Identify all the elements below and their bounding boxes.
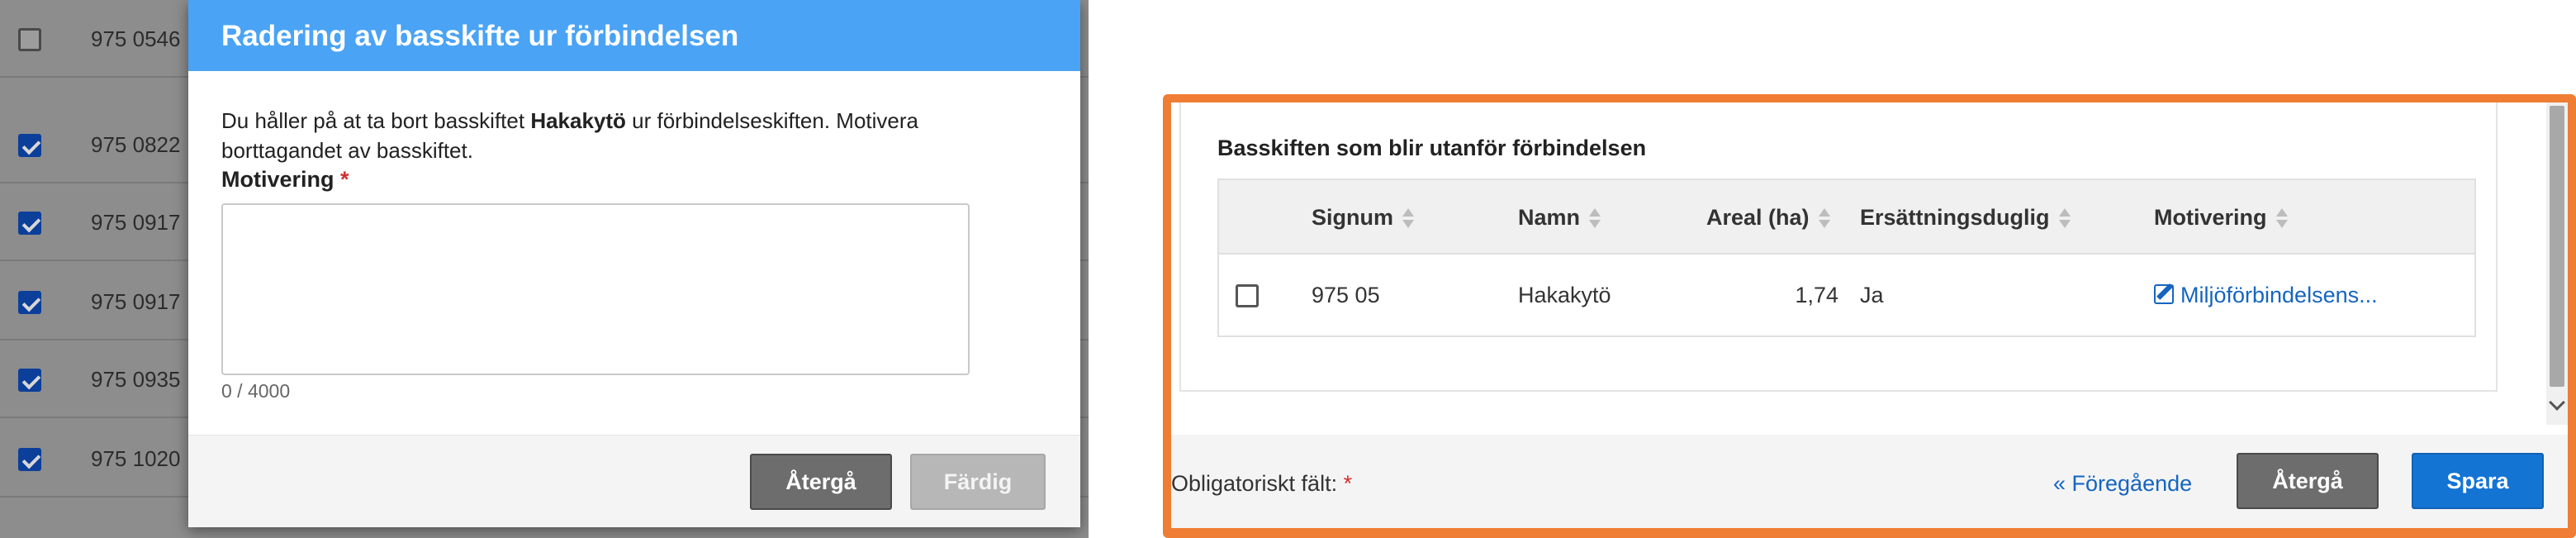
required-field-note: Obligatoriskt fält: *: [1171, 471, 1353, 496]
cell-eligible: Ja: [1860, 283, 1884, 307]
row-checkbox[interactable]: [18, 28, 41, 51]
character-counter: 0 / 4000: [221, 380, 291, 402]
column-header-signum[interactable]: Signum: [1312, 205, 1415, 231]
column-header-area[interactable]: Areal (ha): [1706, 205, 1831, 231]
remove-parcel-dialog: Radering av basskifte ur förbindelsen Du…: [188, 0, 1080, 527]
row-signum: 975 0917: [91, 289, 181, 314]
row-signum: 975 0546: [91, 26, 181, 51]
row-signum: 975 0935: [91, 367, 181, 392]
dialog-done-button[interactable]: Färdig: [910, 454, 1046, 510]
row-signum: 975 0917: [91, 210, 181, 235]
table-row: 975 05 Hakakytö 1,74 Ja Miljöförbindelse…: [1219, 256, 2474, 336]
scroll-thumb[interactable]: [2550, 106, 2564, 387]
chevron-down-icon[interactable]: [2549, 394, 2565, 411]
table-header: Signum Namn Areal (ha) Ersättningsduglig…: [1219, 180, 2474, 255]
motivation-label: Motivering *: [221, 167, 349, 192]
excluded-parcels-panel: Basskiften som blir utanför förbindelsen…: [1163, 94, 2576, 538]
row-checkbox[interactable]: [1236, 284, 1259, 307]
row-checkbox[interactable]: [18, 212, 41, 235]
cell-area: 1,74: [1795, 283, 1838, 307]
row-signum: 975 1020: [91, 446, 181, 471]
message-text: borttagandet av basskiftet.: [221, 138, 473, 163]
column-header-name[interactable]: Namn: [1518, 205, 1601, 231]
sort-icon[interactable]: [1818, 207, 1831, 231]
excluded-parcels-card: Basskiften som blir utanför förbindelsen…: [1179, 102, 2498, 392]
dialog-title: Radering av basskifte ur förbindelsen: [221, 20, 739, 52]
row-checkbox[interactable]: [18, 369, 41, 392]
motivation-link[interactable]: Miljöförbindelsens...: [2154, 283, 2378, 308]
motivation-textarea[interactable]: [221, 203, 970, 375]
background-list-panel: 975 0546 975 0822 975 0917 975 0917 975 …: [0, 0, 1089, 538]
message-text: Du håller på at ta bort basskiftet: [221, 108, 531, 133]
parcel-name: Hakakytö: [530, 108, 626, 133]
sort-icon[interactable]: [2058, 207, 2071, 231]
dialog-message: Du håller på at ta bort basskiftet Hakak…: [221, 106, 1047, 165]
cell-signum: 975 05: [1312, 283, 1380, 307]
message-text: ur förbindelseskiften. Motivera: [625, 108, 918, 133]
edit-icon: [2154, 284, 2174, 304]
sort-icon[interactable]: [1402, 207, 1415, 231]
section-title: Basskiften som blir utanför förbindelsen: [1217, 136, 1647, 160]
excluded-parcels-table: Signum Namn Areal (ha) Ersättningsduglig…: [1217, 179, 2476, 337]
row-checkbox[interactable]: [18, 291, 41, 314]
column-header-motivation[interactable]: Motivering: [2154, 205, 2289, 231]
required-asterisk: *: [340, 167, 349, 192]
sort-icon[interactable]: [2275, 207, 2289, 231]
dialog-header: Radering av basskifte ur förbindelsen: [188, 0, 1080, 71]
save-button[interactable]: Spara: [2412, 453, 2544, 509]
cell-name: Hakakytö: [1518, 283, 1611, 307]
back-button[interactable]: Återgå: [2237, 453, 2379, 509]
dialog-footer: Återgå Färdig: [188, 435, 1080, 527]
row-checkbox[interactable]: [18, 448, 41, 471]
required-asterisk: *: [1343, 471, 1353, 496]
dialog-back-button[interactable]: Återgå: [750, 454, 892, 510]
sort-icon[interactable]: [1588, 207, 1601, 231]
previous-link[interactable]: « Föregående: [2053, 471, 2192, 497]
column-header-eligible[interactable]: Ersättningsduglig: [1860, 205, 2071, 231]
form-footer: Obligatoriskt fält: * « Föregående Återg…: [1171, 435, 2568, 528]
row-signum: 975 0822: [91, 132, 181, 157]
row-checkbox[interactable]: [18, 134, 41, 157]
vertical-scrollbar[interactable]: [2546, 102, 2568, 425]
